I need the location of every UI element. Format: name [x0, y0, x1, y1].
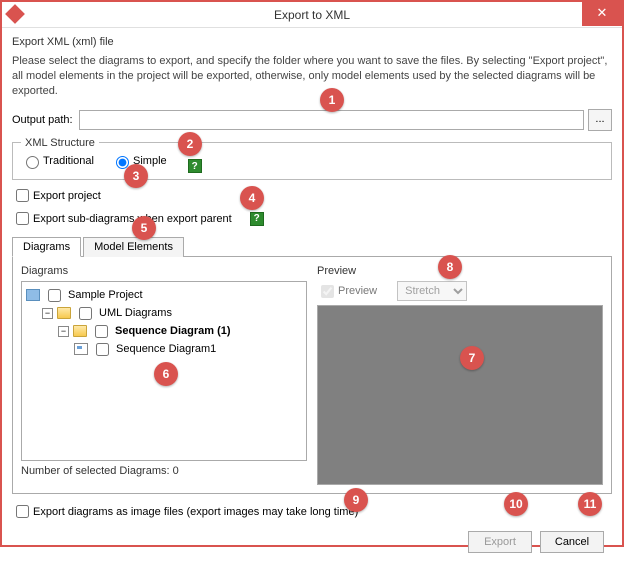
radio-traditional-label: Traditional — [43, 155, 94, 167]
preview-checkbox[interactable]: Preview — [317, 282, 377, 301]
project-icon — [26, 289, 40, 301]
annotation-badge: 3 — [124, 164, 148, 188]
export-sub-checkbox[interactable]: Export sub-diagrams when export parent — [12, 209, 232, 228]
tree-uml-check[interactable] — [79, 307, 92, 320]
preview-column: Preview Preview Stretch — [317, 265, 603, 485]
collapse-icon[interactable]: − — [42, 308, 53, 319]
title-bar: Export to XML ✕ — [2, 2, 622, 28]
radio-traditional[interactable]: Traditional — [21, 153, 94, 169]
folder-icon — [73, 325, 87, 337]
preview-area — [317, 305, 603, 485]
annotation-badge: 5 — [132, 216, 156, 240]
annotation-badge: 7 — [460, 346, 484, 370]
xml-structure-group: XML Structure Traditional Simple ? — [12, 137, 612, 181]
preview-mode-select[interactable]: Stretch — [397, 281, 467, 301]
output-path-label: Output path: — [12, 114, 73, 126]
tree-root-check[interactable] — [48, 289, 61, 302]
output-path-row: Output path: ... — [12, 109, 612, 131]
export-sub-row: Export sub-diagrams when export parent ? — [12, 209, 612, 228]
preview-check-input[interactable] — [321, 285, 334, 298]
window-title: Export to XML — [274, 8, 350, 22]
dialog-content: Export XML (xml) file Please select the … — [2, 28, 622, 571]
annotation-badge: 6 — [154, 362, 178, 386]
tab-panel: Diagrams Sample Project − UML Diagrams − — [12, 257, 612, 494]
description-text: Please select the diagrams to export, an… — [12, 54, 612, 99]
cancel-button[interactable]: Cancel — [540, 531, 604, 553]
tree-seq-group-check[interactable] — [95, 325, 108, 338]
annotation-badge: 11 — [578, 492, 602, 516]
preview-controls: Preview Stretch — [317, 281, 603, 301]
xml-structure-legend: XML Structure — [21, 137, 99, 149]
header-text: Export XML (xml) file — [12, 36, 612, 48]
tree-seq-group-label: Sequence Diagram (1) — [115, 325, 231, 337]
tree-seq-item-check[interactable] — [96, 343, 109, 356]
help-icon[interactable]: ? — [250, 212, 264, 226]
tree-root[interactable]: Sample Project — [26, 286, 302, 304]
app-icon — [5, 4, 25, 24]
annotation-badge: 4 — [240, 186, 264, 210]
annotation-badge: 9 — [344, 488, 368, 512]
tree-seq-group[interactable]: − Sequence Diagram (1) — [26, 322, 302, 340]
export-project-label: Export project — [33, 190, 101, 202]
tab-bar: Diagrams Model Elements — [12, 236, 612, 257]
browse-button[interactable]: ... — [588, 109, 612, 131]
annotation-badge: 1 — [320, 88, 344, 112]
selected-count: Number of selected Diagrams: 0 — [21, 465, 307, 477]
tree-seq-item[interactable]: Sequence Diagram1 — [26, 340, 302, 358]
annotation-badge: 2 — [178, 132, 202, 156]
close-button[interactable]: ✕ — [582, 2, 622, 26]
diagram-icon — [74, 343, 88, 355]
output-path-input[interactable] — [79, 110, 584, 130]
export-project-row: Export project — [12, 186, 612, 205]
help-icon[interactable]: ? — [188, 159, 202, 173]
export-project-checkbox[interactable]: Export project — [12, 186, 101, 205]
tab-diagrams[interactable]: Diagrams — [12, 237, 81, 257]
tree-root-label: Sample Project — [68, 289, 143, 301]
folder-icon — [57, 307, 71, 319]
diagrams-title: Diagrams — [21, 265, 307, 277]
radio-traditional-input[interactable] — [26, 156, 39, 169]
export-sub-input[interactable] — [16, 212, 29, 225]
annotation-badge: 8 — [438, 255, 462, 279]
export-images-input[interactable] — [16, 505, 29, 518]
button-bar: Export Cancel — [12, 531, 612, 561]
export-images-checkbox[interactable]: Export diagrams as image files (export i… — [12, 502, 358, 521]
tree-uml[interactable]: − UML Diagrams — [26, 304, 302, 322]
export-images-label: Export diagrams as image files (export i… — [33, 506, 358, 518]
tree-seq-item-label: Sequence Diagram1 — [116, 343, 216, 355]
collapse-icon[interactable]: − — [58, 326, 69, 337]
annotation-badge: 10 — [504, 492, 528, 516]
preview-check-label: Preview — [338, 285, 377, 297]
tree-uml-label: UML Diagrams — [99, 307, 172, 319]
export-project-input[interactable] — [16, 189, 29, 202]
tab-model-elements[interactable]: Model Elements — [83, 237, 184, 257]
export-button[interactable]: Export — [468, 531, 532, 553]
